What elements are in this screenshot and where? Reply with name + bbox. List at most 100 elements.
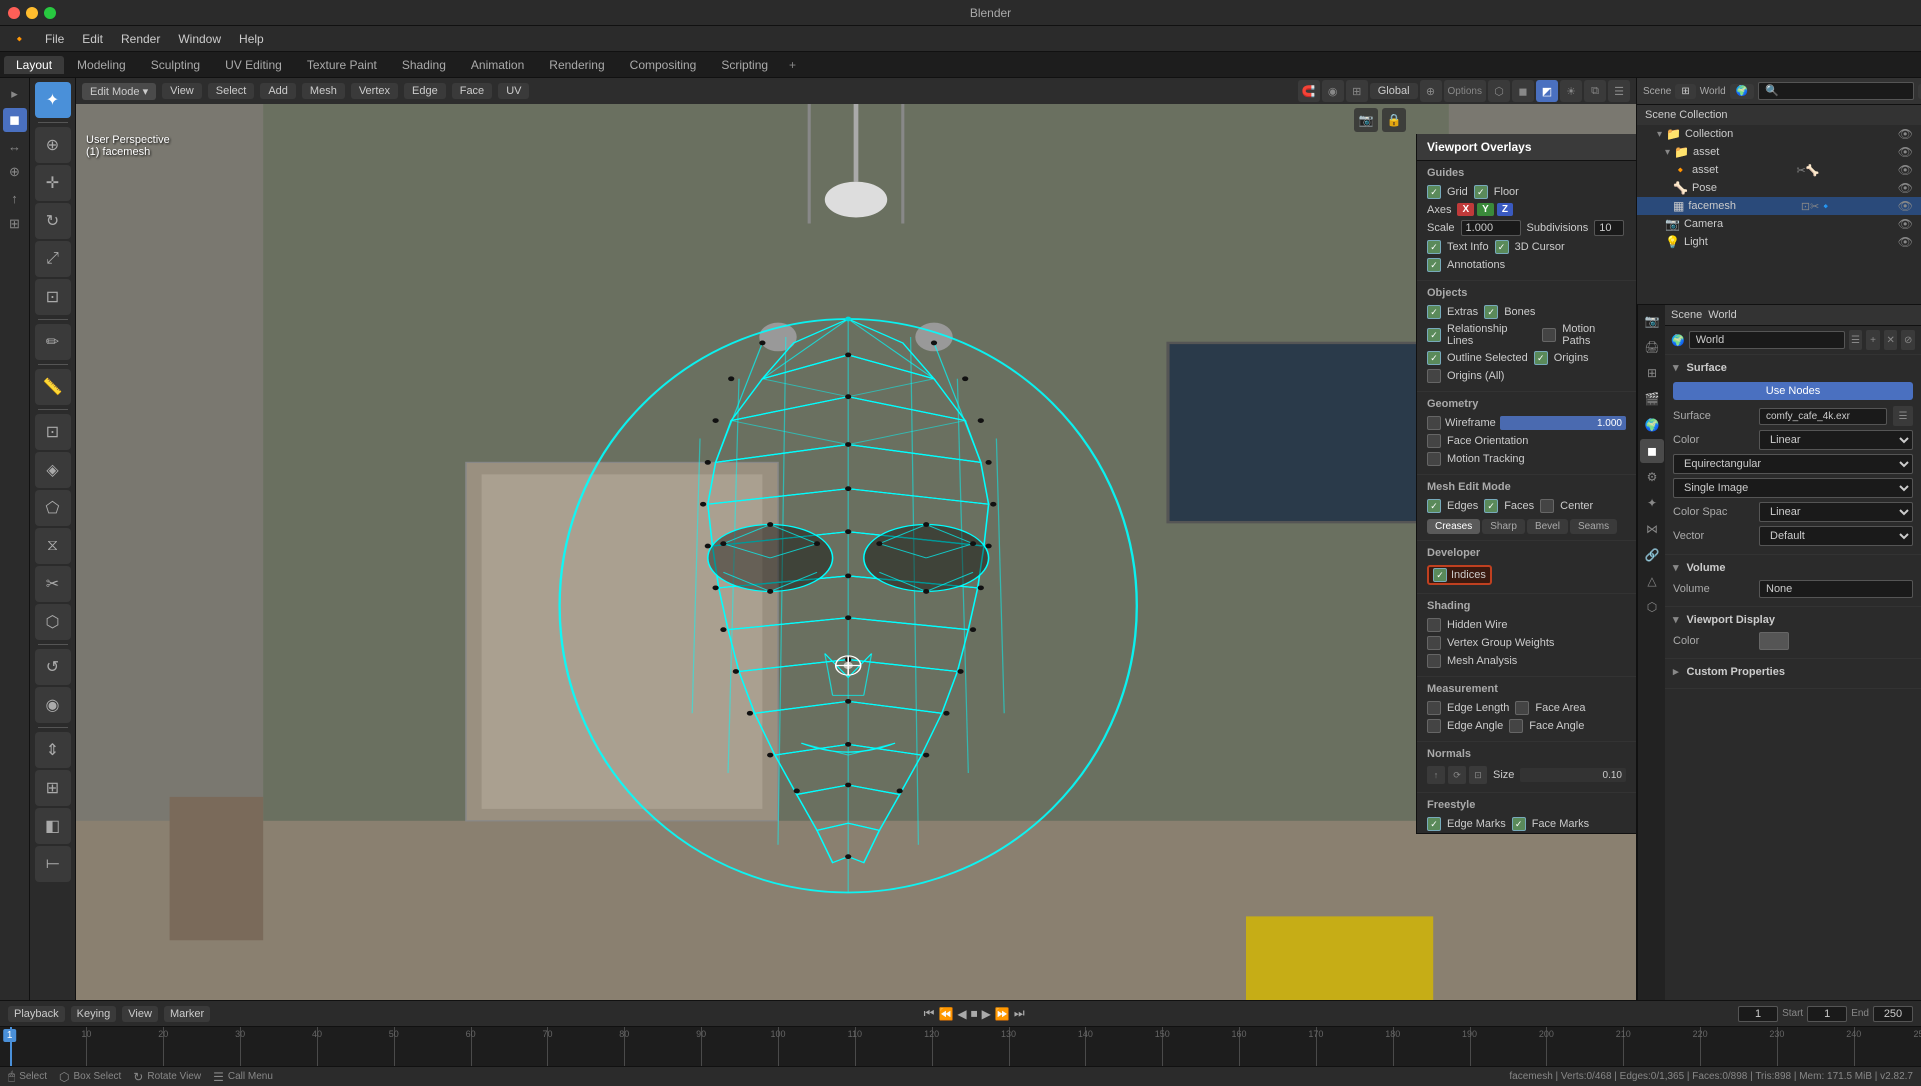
props-world-icon[interactable]: 🌍 xyxy=(1640,413,1664,437)
bones-checkbox[interactable] xyxy=(1484,305,1498,319)
proportional-icon[interactable]: ◉ xyxy=(1322,80,1344,102)
tool-scale[interactable]: ⤢ xyxy=(35,241,71,277)
uv-menu[interactable]: UV xyxy=(498,83,529,99)
viewport-canvas[interactable]: User Perspective (1) facemesh Viewport O… xyxy=(76,104,1636,1000)
props-constraint-icon[interactable]: 🔗 xyxy=(1640,543,1664,567)
start-frame-input[interactable] xyxy=(1807,1006,1847,1022)
lock-view-btn[interactable]: 🔒 xyxy=(1382,108,1406,132)
mesh-faces-checkbox[interactable] xyxy=(1484,499,1498,513)
viewport-color-swatch[interactable] xyxy=(1759,632,1789,650)
sidebar-icon-2[interactable]: ↔ xyxy=(3,134,27,158)
world-delete-btn[interactable]: ✕ xyxy=(1884,330,1898,350)
transform-dropdown[interactable]: Global xyxy=(1370,83,1418,99)
tab-animation[interactable]: Animation xyxy=(459,56,536,74)
scene-btn[interactable]: ⊞ xyxy=(1675,84,1695,99)
volume-collapse-icon[interactable]: ▾ xyxy=(1673,561,1679,574)
tool-annotate[interactable]: ✏ xyxy=(35,324,71,360)
normals-face-icon[interactable]: ⊡ xyxy=(1469,766,1487,784)
tool-rotate[interactable]: ↻ xyxy=(35,203,71,239)
step-forward[interactable]: ⏩ xyxy=(995,1007,1010,1021)
text-info-checkbox[interactable] xyxy=(1427,240,1441,254)
origins-checkbox[interactable] xyxy=(1534,351,1548,365)
projection-dropdown[interactable]: Equirectangular xyxy=(1673,454,1913,474)
tab-rendering[interactable]: Rendering xyxy=(537,56,616,74)
props-modifier-icon[interactable]: ⚙ xyxy=(1640,465,1664,489)
tree-item-facemesh[interactable]: ▦ facemesh ⊡✂🔹 👁 xyxy=(1637,197,1921,215)
extras-checkbox[interactable] xyxy=(1427,305,1441,319)
add-menu[interactable]: Add xyxy=(260,83,296,99)
props-particles-icon[interactable]: ✦ xyxy=(1640,491,1664,515)
tool-loop-cut[interactable]: ⧖ xyxy=(35,528,71,564)
jump-to-start[interactable]: ⏮ xyxy=(924,1006,935,1021)
tool-extrude[interactable]: ⊡ xyxy=(35,414,71,450)
keying-menu[interactable]: Keying xyxy=(71,1006,117,1022)
tool-knife[interactable]: ✂ xyxy=(35,566,71,602)
subdivisions-input[interactable] xyxy=(1594,220,1624,236)
scale-input[interactable] xyxy=(1461,220,1521,236)
overlay-toggle[interactable]: ⧉ xyxy=(1584,80,1606,102)
world-name-input[interactable] xyxy=(1689,331,1845,349)
tree-item-asset-obj[interactable]: 🔸 asset ✂🦴 👁 xyxy=(1637,161,1921,179)
props-data-icon[interactable]: △ xyxy=(1640,569,1664,593)
annotations-checkbox[interactable] xyxy=(1427,258,1441,272)
edge-angle-checkbox[interactable] xyxy=(1427,719,1441,733)
world-new-btn[interactable]: + xyxy=(1866,330,1880,350)
play-back[interactable]: ◀ xyxy=(957,1007,966,1021)
view-menu[interactable]: View xyxy=(162,83,202,99)
edge-length-checkbox[interactable] xyxy=(1427,701,1441,715)
sidebar-icon-5[interactable]: ⊞ xyxy=(3,212,27,236)
scene-search[interactable] xyxy=(1758,82,1914,100)
outline-selected-checkbox[interactable] xyxy=(1427,351,1441,365)
tree-item-light[interactable]: 💡 Light 👁 xyxy=(1637,233,1921,251)
y-axis-button[interactable]: Y xyxy=(1477,203,1494,216)
tab-layout[interactable]: Layout xyxy=(4,56,64,74)
menu-window[interactable]: Window xyxy=(170,30,229,48)
props-material-icon[interactable]: ⬡ xyxy=(1640,595,1664,619)
add-workspace-button[interactable]: + xyxy=(781,56,804,74)
end-frame-input[interactable] xyxy=(1873,1006,1913,1022)
menu-render[interactable]: Render xyxy=(113,30,168,48)
tool-inset[interactable]: ◈ xyxy=(35,452,71,488)
props-object-icon[interactable]: ◼ xyxy=(1640,439,1664,463)
tool-transform[interactable]: ⊡ xyxy=(35,279,71,315)
cursor-3d-checkbox[interactable] xyxy=(1495,240,1509,254)
minimize-button[interactable] xyxy=(26,7,38,19)
tree-item-asset[interactable]: ▾ 📁 asset 👁 xyxy=(1637,143,1921,161)
tool-select[interactable]: ✦ xyxy=(35,82,71,118)
tool-cursor[interactable]: ⊕ xyxy=(35,127,71,163)
face-angle-checkbox[interactable] xyxy=(1509,719,1523,733)
facemesh-eye[interactable]: 👁 xyxy=(1898,199,1913,213)
props-scene-icon[interactable]: 🎬 xyxy=(1640,387,1664,411)
tab-creases[interactable]: Creases xyxy=(1427,519,1480,534)
tab-sharp[interactable]: Sharp xyxy=(1482,519,1525,534)
face-orientation-checkbox[interactable] xyxy=(1427,434,1441,448)
origins-all-checkbox[interactable] xyxy=(1427,369,1441,383)
viewport-display-collapse-icon[interactable]: ▾ xyxy=(1673,613,1679,626)
sidebar-icon-1[interactable]: ▸ xyxy=(3,82,27,106)
mesh-center-checkbox[interactable] xyxy=(1540,499,1554,513)
grid-checkbox[interactable] xyxy=(1427,185,1441,199)
timeline-ruler-track[interactable]: 0 10 20 30 40 50 60 70 80 90 100 110 120… xyxy=(0,1027,1921,1066)
marker-menu[interactable]: Marker xyxy=(164,1006,210,1022)
viewport[interactable]: Edit Mode ▾ View Select Add Mesh Vertex … xyxy=(76,78,1636,1000)
camera-view-btn[interactable]: 📷 xyxy=(1354,108,1378,132)
mode-selector[interactable]: Edit Mode ▾ xyxy=(82,83,156,100)
mesh-edges-checkbox[interactable] xyxy=(1427,499,1441,513)
close-button[interactable] xyxy=(8,7,20,19)
tool-shear[interactable]: ◧ xyxy=(35,808,71,844)
floor-checkbox[interactable] xyxy=(1474,185,1488,199)
vector-dropdown[interactable]: Default xyxy=(1759,526,1913,546)
tool-polypen[interactable]: ⬡ xyxy=(35,604,71,640)
menu-blender[interactable]: 🔸 xyxy=(4,30,35,48)
world-unlink-btn[interactable]: ⊘ xyxy=(1901,330,1915,350)
menu-help[interactable]: Help xyxy=(231,30,272,48)
normals-loop-icon[interactable]: ⟳ xyxy=(1448,766,1466,784)
view-menu-timeline[interactable]: View xyxy=(122,1006,158,1022)
tool-smooth-vertex[interactable]: ◉ xyxy=(35,687,71,723)
maximize-button[interactable] xyxy=(44,7,56,19)
motion-tracking-checkbox[interactable] xyxy=(1427,452,1441,466)
current-frame-input[interactable] xyxy=(1738,1006,1778,1022)
props-output-icon[interactable]: 🖨 xyxy=(1640,335,1664,359)
tree-item-camera[interactable]: 📷 Camera 👁 xyxy=(1637,215,1921,233)
xray-toggle[interactable]: ☰ xyxy=(1608,80,1630,102)
